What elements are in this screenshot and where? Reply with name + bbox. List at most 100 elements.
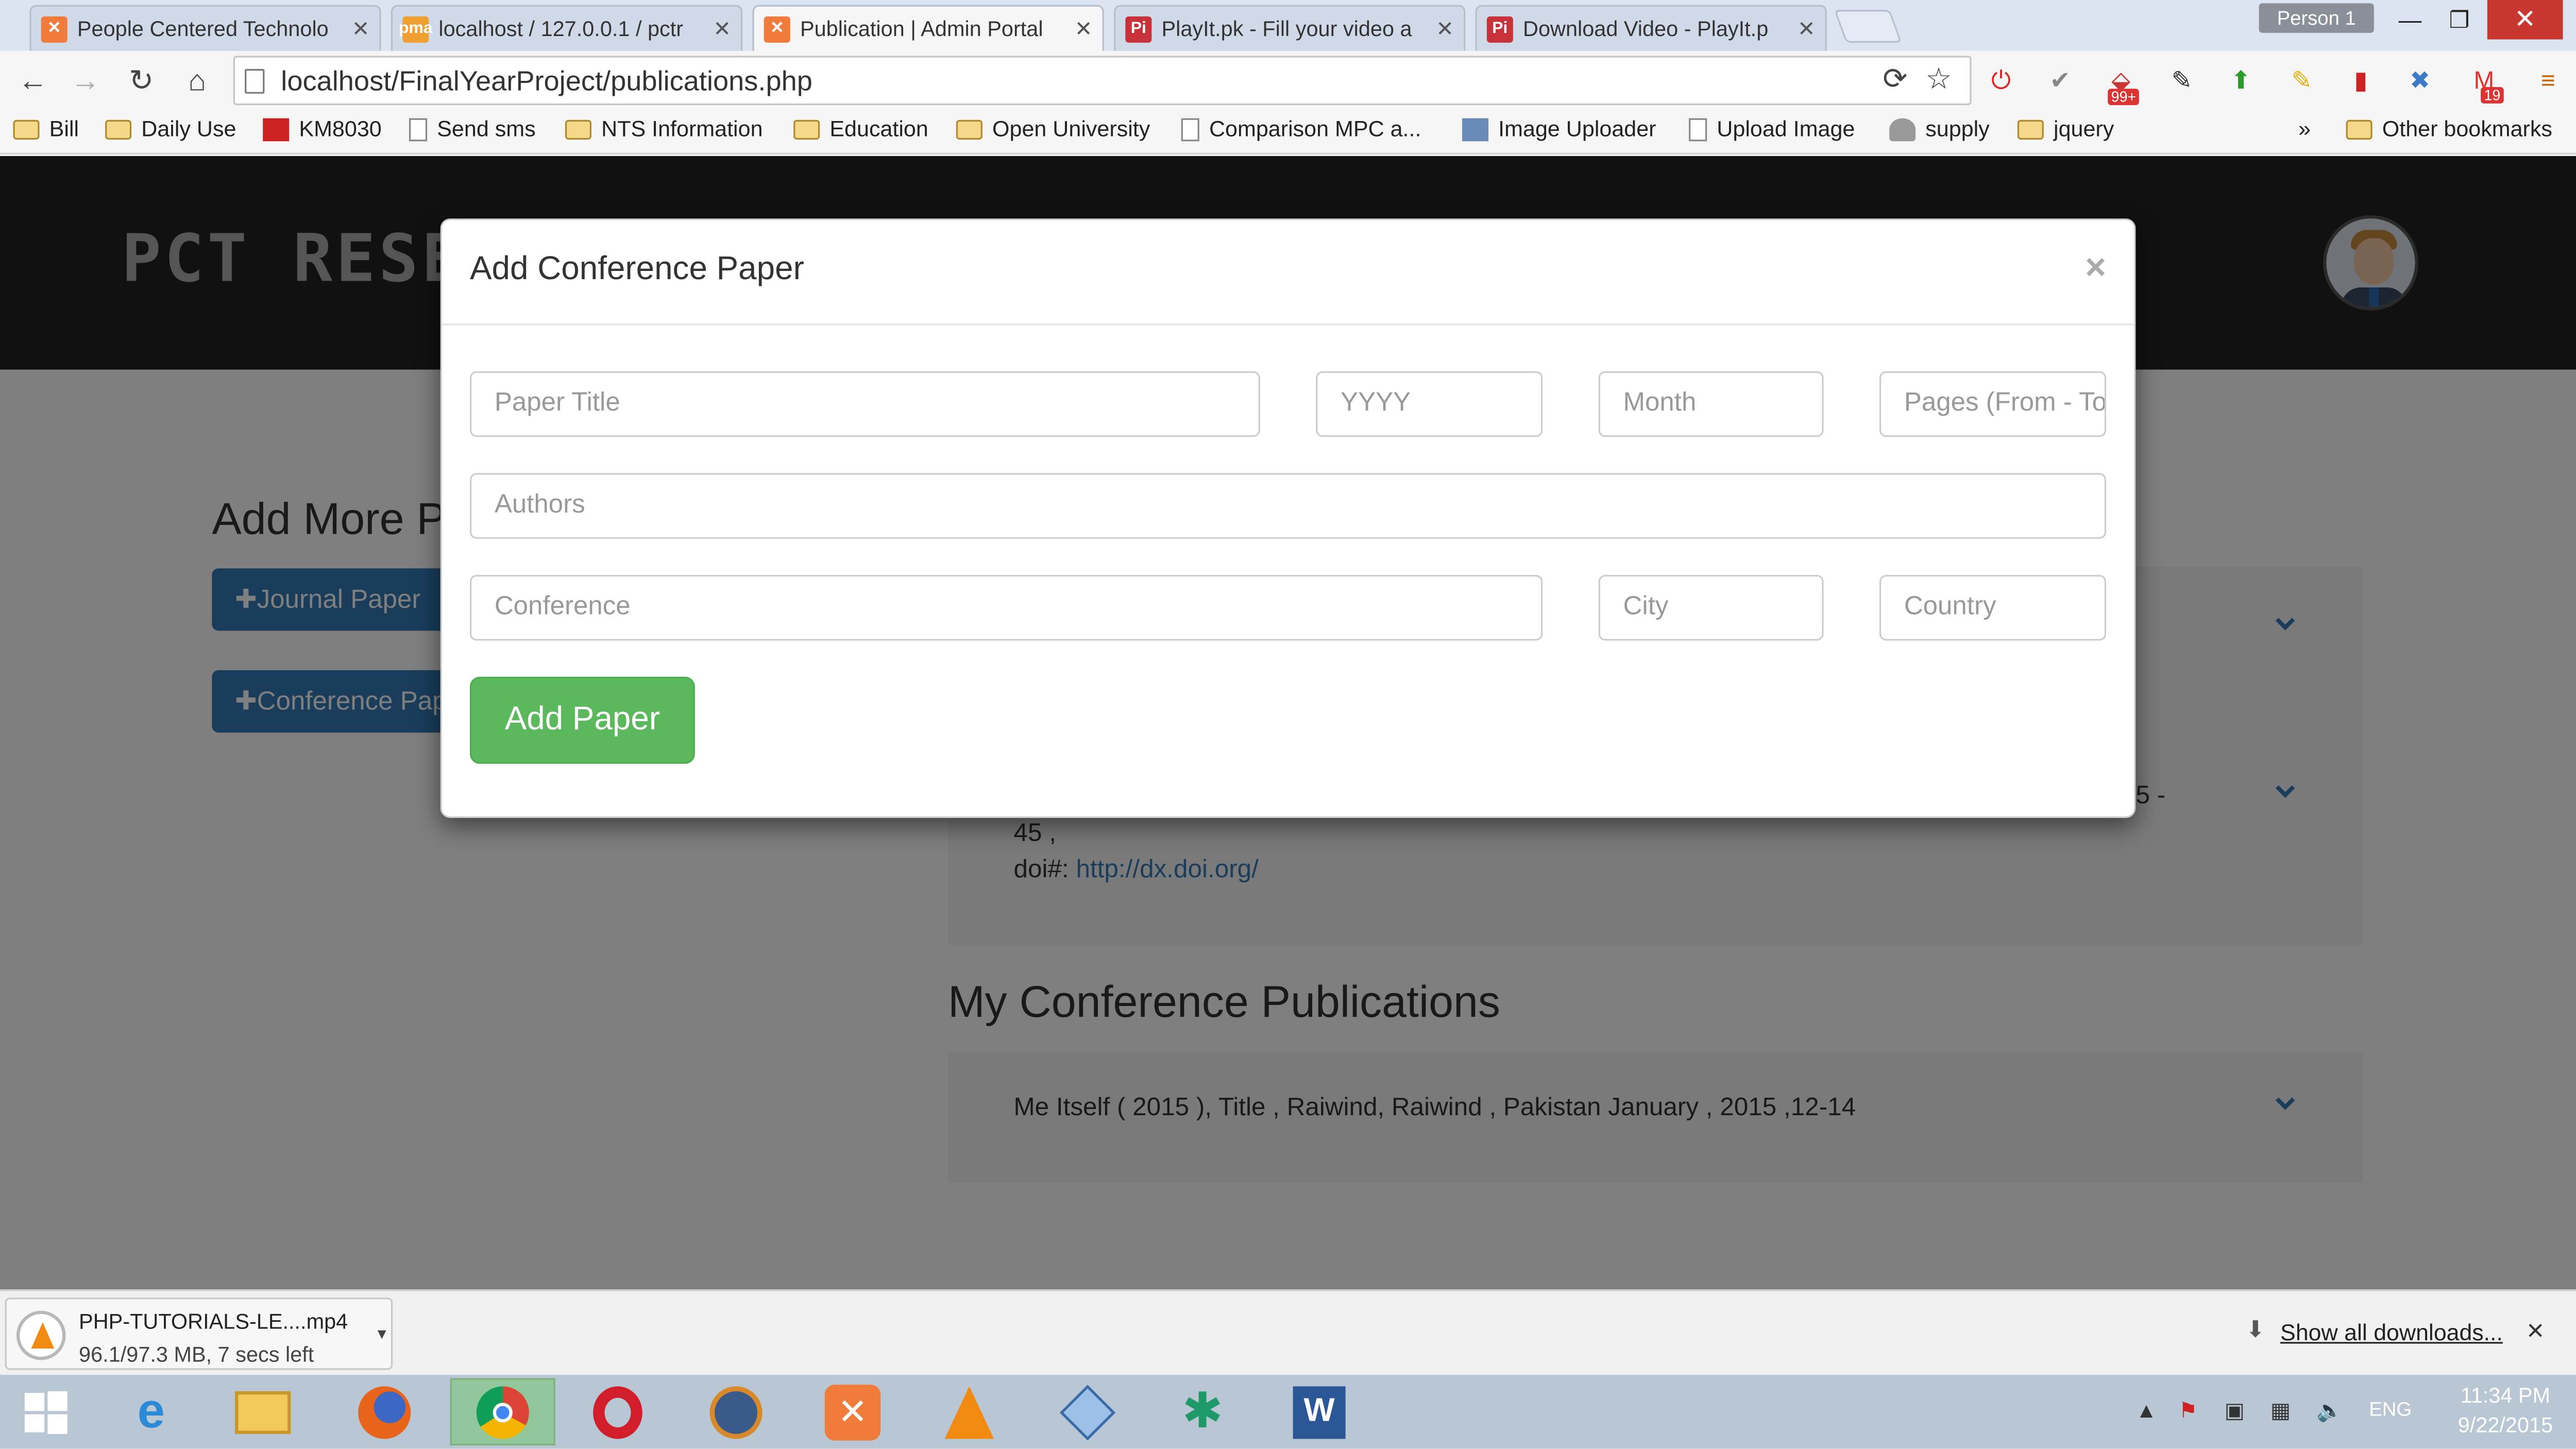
bookmark-open-university[interactable]: Open University [956,116,1150,141]
other-bookmarks[interactable]: Other bookmarks [2346,116,2552,141]
add-paper-button[interactable]: Add Paper [469,676,695,764]
country-input[interactable]: Country [1879,575,2107,641]
tray-device-icon[interactable]: ▣ [2225,1398,2245,1424]
bookmark-label: Open University [992,116,1150,142]
page-icon [1181,117,1199,141]
conference-input[interactable]: Conference [469,575,1543,641]
reload-icon[interactable]: ↻ [122,61,161,100]
windows-start-icon[interactable] [0,1378,92,1445]
bookmark-daily-use[interactable]: Daily Use [105,116,236,141]
virtualbox-icon[interactable] [1035,1378,1140,1445]
menu-icon[interactable]: ≡ [2530,62,2566,98]
bookmark-bill[interactable]: Bill [13,116,79,141]
tab-playit[interactable]: Pi PlayIt.pk - Fill your video a ✕ [1114,5,1466,51]
close-icon[interactable]: × [2085,246,2106,289]
tab-publication-admin[interactable]: ✕ Publication | Admin Portal ✕ [752,5,1104,51]
close-icon[interactable]: × [2527,1314,2544,1349]
bookmark-supply[interactable]: supply [1889,116,1990,141]
vlc-icon[interactable] [917,1378,1022,1445]
address-bar[interactable]: localhost/FinalYearProject/publications.… [233,56,1972,106]
forward-icon[interactable]: → [66,61,106,100]
bookmark-label: Upload Image [1717,116,1855,142]
tray-overflow-icon[interactable]: ▲ [2136,1398,2157,1423]
authors-input[interactable]: Authors [469,473,2107,539]
bookmark-comparison[interactable]: Comparison MPC a... [1181,116,1421,141]
tab-download-video[interactable]: Pi Download Video - PlayIt.p ✕ [1475,5,1827,51]
bookmark-label: Daily Use [141,116,236,142]
bookmark-label: Bill [49,116,79,142]
adblock-icon[interactable]: ⏻ [1983,62,2019,98]
pages-input[interactable]: Pages (From - To) [1879,371,2107,437]
sync-icon[interactable]: ⟳ [1883,62,1907,97]
download-arrow-icon: ⬇ [2246,1316,2265,1342]
volume-icon[interactable]: 🔈 [2316,1398,2343,1424]
profile-button[interactable]: Person 1 [2259,3,2374,33]
bookmark-upload-image[interactable]: Upload Image [1689,116,1855,141]
download-status: 96.1/97.3 MB, 7 secs left [79,1342,314,1367]
paper-title-input[interactable]: Paper Title [469,371,1260,437]
chevron-down-icon[interactable]: ▼ [375,1325,389,1342]
bookmark-label: Send sms [437,116,536,142]
bookmark-send-sms[interactable]: Send sms [409,116,536,141]
network-icon[interactable]: ▦ [2270,1398,2291,1424]
url-text: localhost/FinalYearProject/publications.… [281,65,812,97]
tab-close-icon[interactable]: ✕ [713,15,731,42]
bookmark-label: Comparison MPC a... [1209,116,1421,142]
bookmark-nts-information[interactable]: NTS Information [565,116,763,141]
highlighter-icon[interactable]: ✎ [2283,62,2319,98]
minimize-icon[interactable]: — [2385,0,2435,40]
tab-strip: ✕ People Centered Technolo ✕ pma localho… [0,0,2576,51]
tab-close-icon[interactable]: ✕ [1798,15,1816,42]
new-tab-button[interactable] [1834,10,1902,43]
user-x-icon[interactable]: ✖ [2402,62,2438,98]
bookmark-km8030[interactable]: KM8030 [263,116,382,141]
home-icon[interactable]: ⌂ [177,61,217,100]
city-input[interactable]: City [1598,575,1824,641]
show-all-downloads-link[interactable]: Show all downloads... [2280,1319,2503,1345]
year-input[interactable]: YYYY [1316,371,1543,437]
bookmarks-bar: Bill Daily Use KM8030 Send sms NTS Infor… [0,110,2576,155]
tab-people-centered[interactable]: ✕ People Centered Technolo ✕ [29,5,381,51]
add-conference-paper-modal: Add Conference Paper × Paper Title YYYY … [440,218,2136,819]
opera-icon[interactable] [565,1378,670,1445]
word-icon[interactable]: W [1267,1378,1372,1445]
tab-close-icon[interactable]: ✕ [1075,15,1093,42]
bookmark-jquery[interactable]: jquery [2017,116,2114,141]
green-app-icon[interactable]: ✱ [1150,1378,1255,1445]
check-extension-icon[interactable]: ✔ [2042,62,2078,98]
bookmarks-overflow[interactable]: » [2298,116,2311,141]
upload-arrow-icon[interactable]: ⬆ [2223,62,2259,98]
back-icon[interactable]: ← [13,61,53,100]
system-clock[interactable]: 11:34 PM 9/22/2015 [2448,1382,2563,1441]
download-bar: PHP-TUTORIALS-LE....mp4 96.1/97.3 MB, 7 … [0,1289,2576,1375]
tab-phpmyadmin[interactable]: pma localhost / 127.0.0.1 / pctr ✕ [391,5,743,51]
restore-icon[interactable]: ❐ [2435,0,2484,40]
bookmark-image-uploader[interactable]: Image Uploader [1462,116,1656,141]
file-explorer-icon[interactable] [210,1378,315,1445]
window-close-icon[interactable]: ✕ [2487,0,2563,40]
xampp-icon[interactable]: ✕ [800,1378,905,1445]
tab-close-icon[interactable]: ✕ [1436,15,1454,42]
language-indicator[interactable]: ENG [2369,1398,2412,1421]
bookmark-red-icon[interactable]: ▮ [2343,62,2379,98]
download-item[interactable]: PHP-TUTORIALS-LE....mp4 96.1/97.3 MB, 7 … [5,1298,393,1370]
chrome-icon[interactable] [450,1378,555,1446]
phpmyadmin-icon: pma [399,15,433,42]
firefox-icon[interactable] [332,1378,437,1445]
km-icon [263,117,290,141]
internet-explorer-icon[interactable]: e [98,1378,204,1445]
tab-close-icon[interactable]: ✕ [352,15,370,42]
tray-flag-icon[interactable]: ⚑ [2178,1398,2197,1424]
tab-label: PlayIt.pk - Fill your video a [1161,16,1412,41]
bookmark-label: supply [1925,116,1990,142]
media-player-icon[interactable] [684,1378,789,1445]
modal-title: Add Conference Paper [469,251,804,288]
bookmark-star-icon[interactable]: ☆ [1925,62,1952,97]
pen-icon[interactable]: ✎ [2164,62,2200,98]
clock-date: 9/22/2015 [2458,1412,2553,1438]
month-input[interactable]: Month [1598,371,1824,437]
gmail-badge-count: 19 [2481,87,2504,104]
bookmark-education[interactable]: Education [793,116,928,141]
modal-header: Add Conference Paper × [442,220,2134,326]
tab-label: People Centered Technolo [77,16,329,41]
